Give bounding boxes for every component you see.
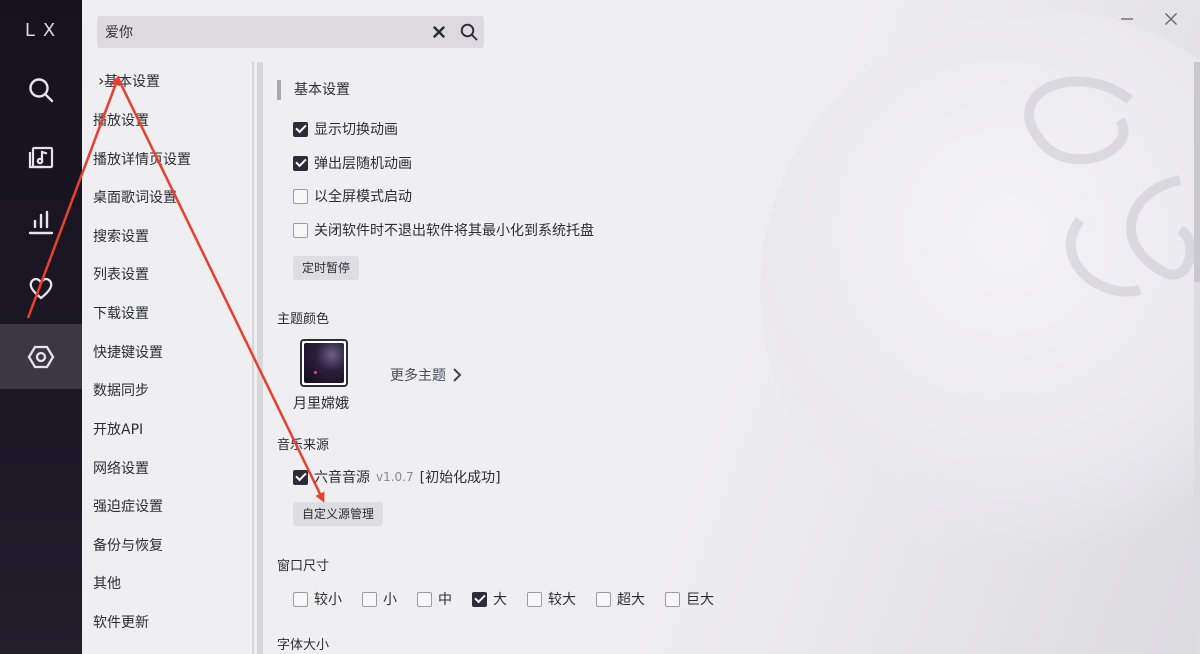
checkbox-checked[interactable]: [293, 155, 308, 171]
nav-item-download[interactable]: 下载设置: [93, 302, 149, 326]
source-version: v1.0.7: [376, 470, 414, 484]
option-popup-random-animation[interactable]: 弹出层随机动画: [293, 152, 412, 174]
more-themes-link[interactable]: 更多主题: [390, 365, 462, 385]
search-input[interactable]: [105, 24, 424, 40]
size-option-extra-large[interactable]: 超大: [596, 588, 645, 610]
checkbox-unchecked[interactable]: [293, 188, 308, 204]
source-status: [初始化成功]: [419, 470, 501, 486]
custom-source-manage-button[interactable]: 自定义源管理: [293, 502, 384, 526]
nav-item-open-api[interactable]: 开放API: [93, 418, 143, 442]
search-bar: [97, 16, 484, 48]
search-submit-button[interactable]: [454, 16, 484, 48]
minimize-button[interactable]: [1116, 8, 1138, 30]
nav-item-update[interactable]: 软件更新: [93, 611, 149, 635]
main-window: 基本设置 播放设置 播放详情页设置 桌面歌词设置 搜索设置 列表设置 下载设置 …: [82, 0, 1200, 654]
close-icon: [433, 26, 445, 38]
checkbox-checked[interactable]: [293, 121, 308, 137]
option-music-source[interactable]: 六音音源 v1.0.7 [初始化成功]: [293, 466, 501, 488]
section-title-basic: 基本设置: [277, 80, 350, 100]
nav-item-sync[interactable]: 数据同步: [93, 379, 149, 403]
nav-item-backup[interactable]: 备份与恢复: [93, 534, 163, 558]
app-logo: LX: [24, 20, 64, 41]
content-scrollbar[interactable]: [1194, 62, 1200, 654]
sidebar-rail: LX: [0, 0, 82, 654]
settings-nav: 基本设置 播放设置 播放详情页设置 桌面歌词设置 搜索设置 列表设置 下载设置 …: [82, 62, 254, 654]
minimize-icon: [1121, 18, 1133, 20]
nav-scrollbar[interactable]: [257, 62, 263, 654]
theme-name: 月里嫦娥: [293, 396, 349, 412]
checkbox-checked[interactable]: [293, 469, 308, 485]
theme-swatch-current[interactable]: [300, 339, 348, 387]
window-size-options: 较小 小 中 大 较大 超大 巨大: [293, 588, 734, 610]
size-option-small[interactable]: 小: [362, 588, 397, 610]
nav-item-search[interactable]: 搜索设置: [93, 225, 149, 249]
chevron-right-icon: [453, 368, 462, 382]
heart-icon: [29, 277, 53, 300]
close-window-button[interactable]: [1160, 8, 1182, 30]
nav-item-list[interactable]: 列表设置: [93, 263, 149, 287]
section-title-source: 音乐来源: [277, 438, 330, 453]
rail-favorites-button[interactable]: [0, 256, 82, 320]
size-option-large[interactable]: 大: [472, 588, 507, 610]
option-minimize-to-tray[interactable]: 关闭软件时不退出软件将其最小化到系统托盘: [293, 219, 594, 241]
chart-icon: [28, 210, 54, 235]
option-show-switch-animation[interactable]: 显示切换动画: [293, 118, 398, 140]
nav-item-odc[interactable]: 强迫症设置: [93, 495, 163, 519]
music-library-icon: [28, 146, 54, 169]
nav-item-playback[interactable]: 播放设置: [93, 109, 149, 133]
search-clear-button[interactable]: [424, 16, 454, 48]
checkbox-unchecked[interactable]: [293, 222, 308, 238]
size-option-huge[interactable]: 巨大: [665, 588, 714, 610]
rail-library-button[interactable]: [0, 124, 82, 188]
nav-item-desktop-lyric[interactable]: 桌面歌词设置: [93, 186, 177, 210]
nav-item-network[interactable]: 网络设置: [93, 457, 149, 481]
settings-content: 基本设置 显示切换动画 弹出层随机动画 以全屏模式启动 关闭软件时不退出软件将其…: [277, 62, 1177, 654]
size-option-larger[interactable]: 较大: [527, 588, 576, 610]
window-controls: [1116, 8, 1182, 30]
search-icon: [29, 78, 54, 103]
rail-chart-button[interactable]: [0, 190, 82, 254]
settings-icon: [27, 345, 55, 368]
close-icon: [1165, 13, 1177, 25]
nav-item-other[interactable]: 其他: [93, 572, 121, 596]
rail-search-button[interactable]: [0, 58, 82, 122]
nav-item-basic[interactable]: 基本设置: [98, 69, 160, 94]
size-option-smaller[interactable]: 较小: [293, 588, 342, 610]
rail-settings-button[interactable]: [0, 324, 82, 389]
size-option-medium[interactable]: 中: [417, 588, 452, 610]
section-title-window-size: 窗口尺寸: [277, 559, 330, 574]
nav-item-hotkey[interactable]: 快捷键设置: [93, 341, 163, 365]
nav-item-play-detail[interactable]: 播放详情页设置: [93, 148, 191, 172]
section-title-font-size: 字体大小: [277, 638, 330, 653]
timer-pause-button[interactable]: 定时暂停: [293, 256, 360, 280]
search-icon: [460, 23, 478, 41]
option-fullscreen-start[interactable]: 以全屏模式启动: [293, 185, 412, 207]
section-title-theme: 主题颜色: [277, 312, 330, 327]
